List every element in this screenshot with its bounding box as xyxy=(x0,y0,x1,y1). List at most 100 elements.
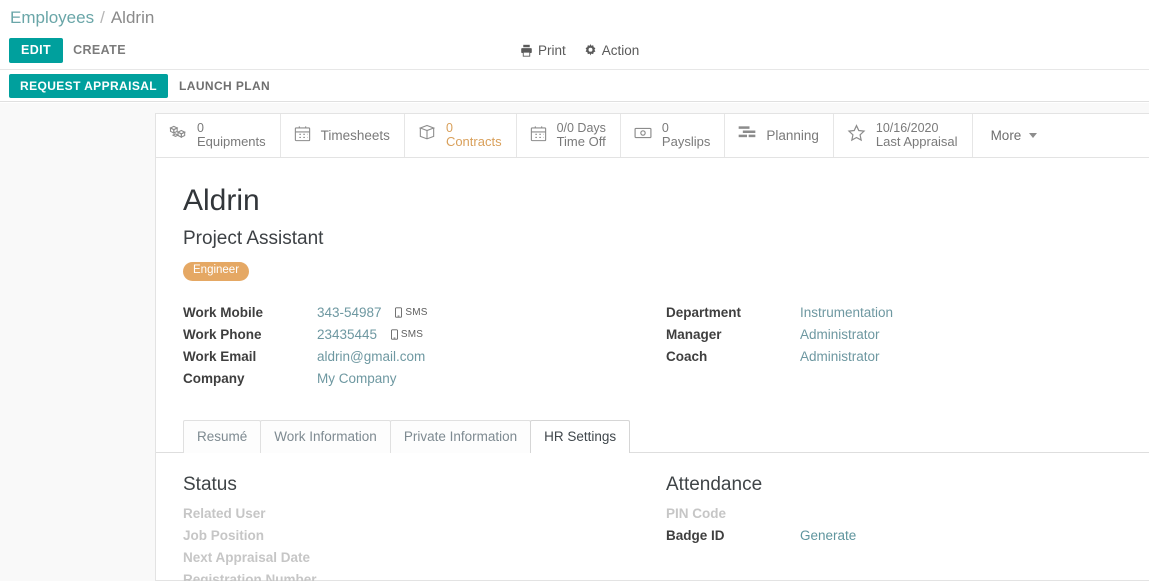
boxes-icon xyxy=(168,123,188,148)
stat-more-dropdown[interactable]: More xyxy=(973,114,1056,157)
notebook-page-hr-settings: Status Related User Job Position Next Ap… xyxy=(156,454,1149,581)
field-value-department[interactable]: Instrumentation xyxy=(800,305,893,320)
stat-label: Contracts xyxy=(445,134,502,150)
stat-value: 0/0 Days xyxy=(556,120,606,135)
field-label: Next Appraisal Date xyxy=(183,549,311,565)
mobile-phone-icon xyxy=(395,307,403,319)
field-manager: Manager Administrator xyxy=(666,327,1149,349)
tag-engineer[interactable]: Engineer xyxy=(183,262,250,281)
field-coach: Coach Administrator xyxy=(666,349,1149,371)
hr-settings-status-group: Status Related User Job Position Next Ap… xyxy=(183,474,666,581)
print-label: Print xyxy=(538,43,566,58)
stat-value: 0 xyxy=(197,120,204,135)
sheet-body: Aldrin Project Assistant Engineer Work M… xyxy=(156,158,1149,393)
field-group-left: Work Mobile 343-54987 SMS Work Phone 234… xyxy=(183,305,666,393)
stat-button-bar: 0 Equipments Timesheets 0 Contracts 0/0 … xyxy=(156,114,1149,158)
field-value-coach[interactable]: Administrator xyxy=(800,349,880,364)
field-label: Work Mobile xyxy=(183,304,264,320)
form-sheet: 0 Equipments Timesheets 0 Contracts 0/0 … xyxy=(155,113,1149,581)
star-icon xyxy=(846,123,867,149)
edit-button[interactable]: EDIT xyxy=(9,38,64,63)
sms-link-work-phone[interactable]: SMS xyxy=(390,329,424,341)
field-badge-id: Badge ID Generate xyxy=(666,528,1149,550)
field-label: Work Phone xyxy=(183,326,262,342)
field-value-work-mobile[interactable]: 343-54987 xyxy=(317,305,382,320)
gear-icon xyxy=(584,44,597,57)
sms-link-work-mobile[interactable]: SMS xyxy=(395,307,427,318)
tab-private-information[interactable]: Private Information xyxy=(389,419,532,453)
stat-label: Equipments xyxy=(197,134,266,150)
hr-settings-attendance-group: Attendance PIN Code Badge ID Generate xyxy=(666,474,1149,581)
field-company: Company My Company xyxy=(183,371,666,393)
stat-label: Last Appraisal xyxy=(875,134,958,150)
mobile-phone-icon xyxy=(390,329,398,341)
stat-label: Payslips xyxy=(661,134,711,150)
field-label: Company xyxy=(183,370,245,386)
calendar-icon xyxy=(293,124,312,148)
breadcrumb-current-record: Aldrin xyxy=(110,8,155,27)
tab-resume[interactable]: Resumé xyxy=(183,419,262,453)
stat-more-label: More xyxy=(990,128,1022,143)
stat-button-payslips[interactable]: 0 Payslips xyxy=(621,114,726,157)
field-label: Badge ID xyxy=(666,527,725,543)
stat-button-timesheets[interactable]: Timesheets xyxy=(281,114,405,157)
stat-button-equipments[interactable]: 0 Equipments xyxy=(156,114,281,157)
field-label: PIN Code xyxy=(666,505,727,521)
field-value-work-phone[interactable]: 23435445 xyxy=(317,327,377,342)
stat-value: 10/16/2020 xyxy=(875,120,939,135)
money-bill-icon xyxy=(633,123,653,148)
book-icon xyxy=(417,123,437,148)
action-label: Action xyxy=(601,43,640,58)
request-appraisal-button[interactable]: REQUEST APPRAISAL xyxy=(9,73,169,98)
breadcrumb-root-employees[interactable]: Employees xyxy=(10,8,94,28)
notebook: Resumé Work Information Private Informat… xyxy=(156,419,1149,581)
field-work-mobile: Work Mobile 343-54987 SMS xyxy=(183,305,666,327)
section-title-attendance: Attendance xyxy=(666,473,763,495)
gantt-bars-icon xyxy=(737,124,757,147)
field-group-right: Department Instrumentation Manager Admin… xyxy=(666,305,1149,393)
control-panel: EDIT CREATE Print Action xyxy=(0,32,1149,69)
employee-tags: Engineer xyxy=(183,260,1149,281)
field-job-position: Job Position xyxy=(183,528,666,550)
stat-button-contracts[interactable]: 0 Contracts xyxy=(405,114,517,157)
stat-button-last-appraisal[interactable]: 10/16/2020 Last Appraisal xyxy=(834,114,973,157)
field-label: Related User xyxy=(183,505,266,521)
field-department: Department Instrumentation xyxy=(666,305,1149,327)
print-menu[interactable]: Print xyxy=(520,43,566,58)
sms-label: SMS xyxy=(400,329,424,341)
employee-form-page: Employees / Aldrin EDIT CREATE Print Act… xyxy=(0,0,1149,581)
stat-label: Planning xyxy=(766,127,819,143)
employee-job-title: Project Assistant xyxy=(183,228,324,249)
create-button[interactable]: CREATE xyxy=(63,38,136,63)
field-label: Registration Number xyxy=(183,571,317,581)
stat-value: 0 xyxy=(445,120,453,135)
control-panel-center-actions: Print Action xyxy=(520,32,639,69)
field-label: Work Email xyxy=(183,348,257,364)
tab-hr-settings[interactable]: HR Settings xyxy=(530,419,631,454)
breadcrumb-separator: / xyxy=(100,8,105,27)
field-label: Coach xyxy=(666,348,708,364)
record-action-bar: REQUEST APPRAISAL LAUNCH PLAN xyxy=(0,69,1149,102)
field-label: Job Position xyxy=(183,527,264,543)
field-groups: Work Mobile 343-54987 SMS Work Phone 234… xyxy=(183,305,1149,393)
launch-plan-button[interactable]: LAUNCH PLAN xyxy=(168,74,281,98)
breadcrumb: Employees / Aldrin xyxy=(0,0,1149,32)
field-work-phone: Work Phone 23435445 SMS xyxy=(183,327,666,349)
calendar-icon xyxy=(529,124,548,148)
page-title: Aldrin xyxy=(183,184,260,217)
generate-badge-id-button[interactable]: Generate xyxy=(800,528,856,543)
field-value-work-email[interactable]: aldrin@gmail.com xyxy=(317,349,425,364)
field-value-manager[interactable]: Administrator xyxy=(800,327,880,342)
stat-button-time-off[interactable]: 0/0 Days Time Off xyxy=(517,114,621,157)
tab-work-information[interactable]: Work Information xyxy=(260,419,391,453)
action-menu[interactable]: Action xyxy=(584,43,640,58)
field-value-company[interactable]: My Company xyxy=(317,371,397,386)
stat-button-planning[interactable]: Planning xyxy=(725,114,834,157)
stat-label: Timesheets xyxy=(320,127,390,143)
field-work-email: Work Email aldrin@gmail.com xyxy=(183,349,666,371)
chevron-down-icon xyxy=(1029,133,1038,138)
section-title-status: Status xyxy=(183,473,237,495)
field-registration-number: Registration Number xyxy=(183,572,666,581)
stat-value: 0 xyxy=(661,120,669,135)
field-label: Manager xyxy=(666,326,722,342)
